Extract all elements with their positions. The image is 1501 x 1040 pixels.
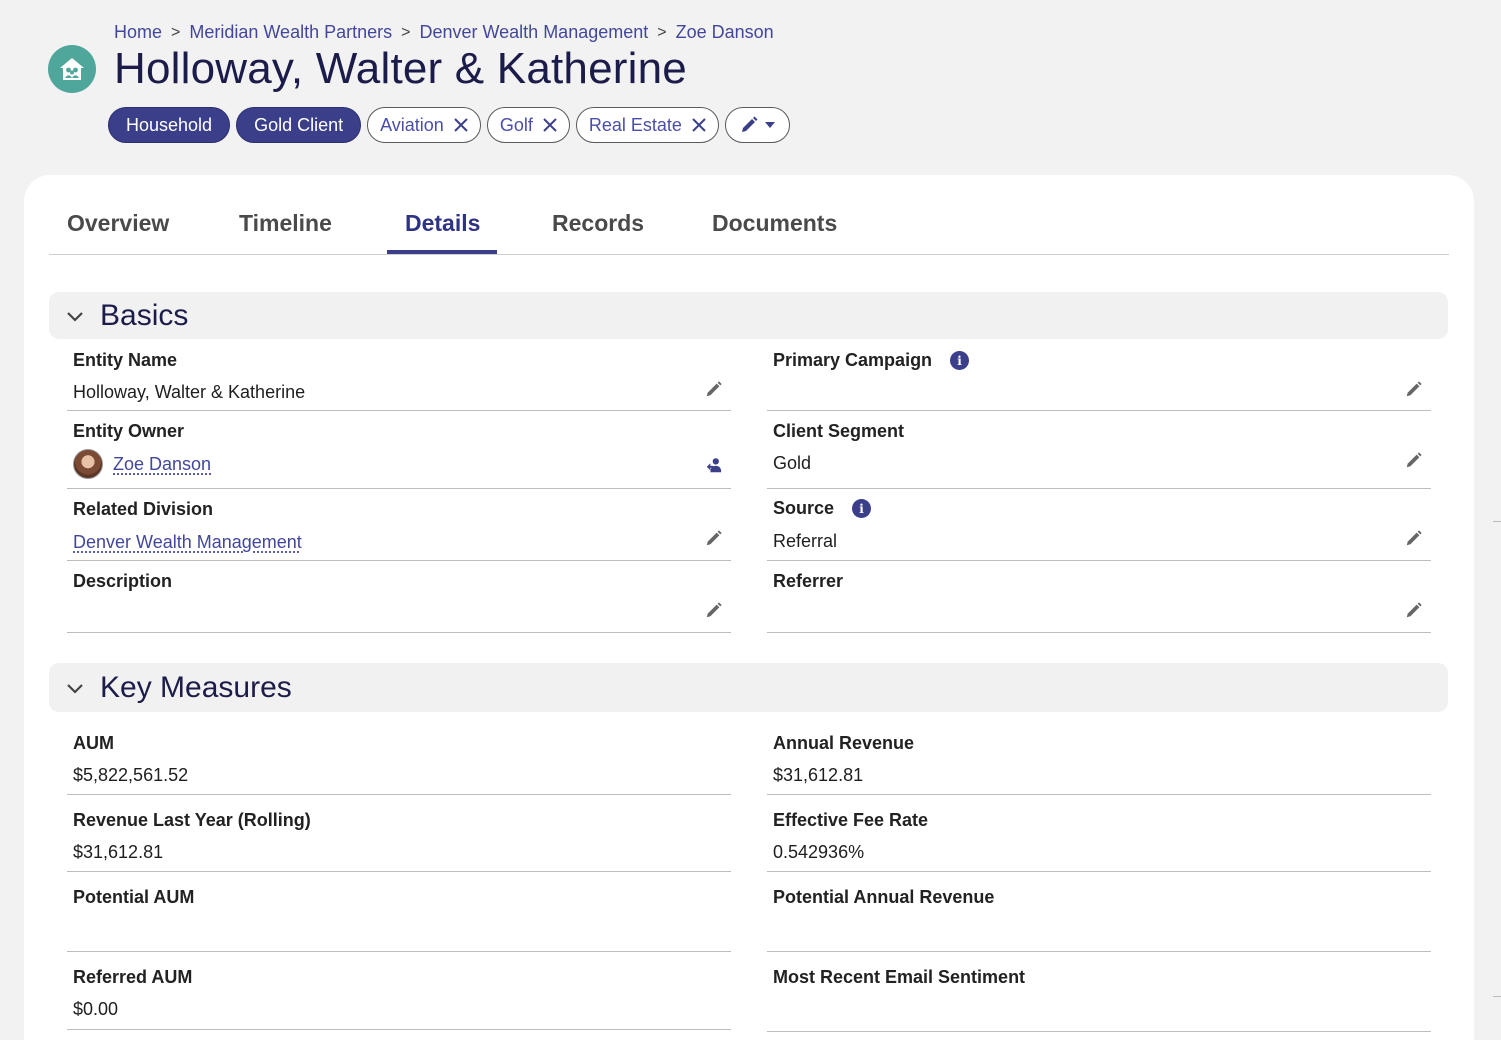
tag-label: Golf xyxy=(499,114,533,135)
pencil-icon[interactable] xyxy=(1405,380,1423,398)
breadcrumb-home[interactable]: Home xyxy=(114,22,162,43)
field-label: Entity Owner xyxy=(73,421,185,441)
division-link[interactable]: Denver Wealth Management xyxy=(73,532,302,553)
breadcrumb-separator: > xyxy=(401,23,411,41)
tag-household[interactable]: Household xyxy=(108,107,231,143)
field-aum: AUM $5,822,561.52 xyxy=(67,723,731,795)
close-icon[interactable] xyxy=(543,118,557,132)
field-label: Description xyxy=(73,571,173,591)
tag-label: Household xyxy=(126,114,213,135)
field-description: Description xyxy=(67,561,731,633)
field-value: 0.542936% xyxy=(773,842,865,862)
field-label: AUM xyxy=(73,733,114,753)
section-title: Key Measures xyxy=(100,670,292,704)
field-potential-annual-revenue: Potential Annual Revenue xyxy=(767,872,1431,952)
field-label: Revenue Last Year (Rolling) xyxy=(73,810,311,830)
field-annual-revenue: Annual Revenue $31,612.81 xyxy=(767,723,1431,795)
field-source: Source i Referral xyxy=(767,489,1431,561)
section-header-key-measures[interactable]: Key Measures xyxy=(49,663,1448,712)
field-label: Most Recent Email Sentiment xyxy=(773,967,1026,987)
field-label: Annual Revenue xyxy=(773,733,915,753)
info-icon[interactable]: i xyxy=(950,351,970,370)
pencil-icon[interactable] xyxy=(705,380,723,398)
field-primary-campaign: Primary Campaign i xyxy=(767,343,1431,411)
field-value: $31,612.81 xyxy=(773,765,864,785)
chevron-down-icon xyxy=(65,678,85,698)
scroll-edge-mark xyxy=(1493,521,1501,522)
field-label: Primary Campaign xyxy=(773,350,933,370)
field-client-segment: Client Segment Gold xyxy=(767,411,1431,489)
field-label-row: Primary Campaign i xyxy=(773,350,970,371)
chevron-down-icon xyxy=(65,306,85,326)
field-value: $0.00 xyxy=(73,999,119,1019)
active-tab-indicator xyxy=(387,250,497,254)
owner-link[interactable]: Zoe Danson xyxy=(113,454,211,475)
info-icon[interactable]: i xyxy=(852,499,872,518)
section-title: Basics xyxy=(100,298,189,332)
breadcrumb-owner[interactable]: Zoe Danson xyxy=(676,22,774,43)
breadcrumb-separator: > xyxy=(171,23,181,41)
pencil-icon xyxy=(742,116,758,132)
tag-label: Aviation xyxy=(380,114,444,135)
avatar xyxy=(73,449,103,479)
pencil-icon[interactable] xyxy=(1405,451,1423,469)
field-value: Gold xyxy=(773,453,812,473)
pencil-icon[interactable] xyxy=(705,529,723,547)
tab-details[interactable]: Details xyxy=(405,210,480,237)
breadcrumb: Home > Meridian Wealth Partners > Denver… xyxy=(114,22,774,43)
household-icon xyxy=(48,45,96,93)
field-entity-name: Entity Name Holloway, Walter & Katherine xyxy=(67,343,731,411)
tag-label: Real Estate xyxy=(588,114,682,135)
details-card: Overview Timeline Details Records Docume… xyxy=(24,175,1474,1040)
field-value: $31,612.81 xyxy=(73,842,164,862)
tag-aviation[interactable]: Aviation xyxy=(367,107,481,143)
tag-golf[interactable]: Golf xyxy=(486,107,570,143)
field-entity-owner: Entity Owner Zoe Danson xyxy=(67,411,731,489)
field-related-division: Related Division Denver Wealth Managemen… xyxy=(67,489,731,561)
field-potential-aum: Potential AUM xyxy=(67,872,731,952)
field-value: Holloway, Walter & Katherine xyxy=(73,382,306,402)
tag-real-estate[interactable]: Real Estate xyxy=(575,107,719,143)
tab-overview[interactable]: Overview xyxy=(67,210,169,237)
tab-timeline[interactable]: Timeline xyxy=(239,210,332,237)
field-label-row: Source i xyxy=(773,498,872,519)
reassign-user-icon[interactable] xyxy=(705,456,723,474)
breadcrumb-firm[interactable]: Meridian Wealth Partners xyxy=(189,22,392,43)
field-revenue-last-year: Revenue Last Year (Rolling) $31,612.81 xyxy=(67,795,731,872)
tab-documents[interactable]: Documents xyxy=(712,210,837,237)
pencil-icon[interactable] xyxy=(705,601,723,619)
chevron-down-icon xyxy=(765,122,776,128)
field-value-owner: Zoe Danson xyxy=(73,449,211,479)
close-icon[interactable] xyxy=(692,118,706,132)
pencil-icon[interactable] xyxy=(1405,601,1423,619)
field-email-sentiment: Most Recent Email Sentiment xyxy=(767,952,1431,1032)
field-label: Potential Annual Revenue xyxy=(773,887,995,907)
field-label: Entity Name xyxy=(73,350,178,370)
page-title: Holloway, Walter & Katherine xyxy=(114,44,687,93)
edit-tags-button[interactable] xyxy=(724,107,790,143)
tag-gold-client[interactable]: Gold Client xyxy=(236,107,362,143)
field-referrer: Referrer xyxy=(767,561,1431,633)
close-icon[interactable] xyxy=(454,118,468,132)
tag-list: Household Gold Client Aviation Golf Real… xyxy=(108,107,790,143)
pencil-icon[interactable] xyxy=(1405,529,1423,547)
field-label: Effective Fee Rate xyxy=(773,810,929,830)
field-label: Referrer xyxy=(773,571,844,591)
field-label: Related Division xyxy=(73,499,214,519)
field-referred-aum: Referred AUM $0.00 xyxy=(67,952,731,1030)
field-label: Source xyxy=(773,498,835,518)
field-label: Client Segment xyxy=(773,421,905,441)
breadcrumb-separator: > xyxy=(657,23,667,41)
breadcrumb-division[interactable]: Denver Wealth Management xyxy=(419,22,648,43)
tab-records[interactable]: Records xyxy=(552,210,644,237)
field-label: Potential AUM xyxy=(73,887,195,907)
scroll-edge-mark xyxy=(1493,996,1501,997)
field-value: $5,822,561.52 xyxy=(73,765,189,785)
field-value: Referral xyxy=(773,531,838,551)
tag-label: Gold Client xyxy=(254,114,344,135)
field-label: Referred AUM xyxy=(73,967,193,987)
field-effective-fee-rate: Effective Fee Rate 0.542936% xyxy=(767,795,1431,872)
section-header-basics[interactable]: Basics xyxy=(49,292,1448,339)
